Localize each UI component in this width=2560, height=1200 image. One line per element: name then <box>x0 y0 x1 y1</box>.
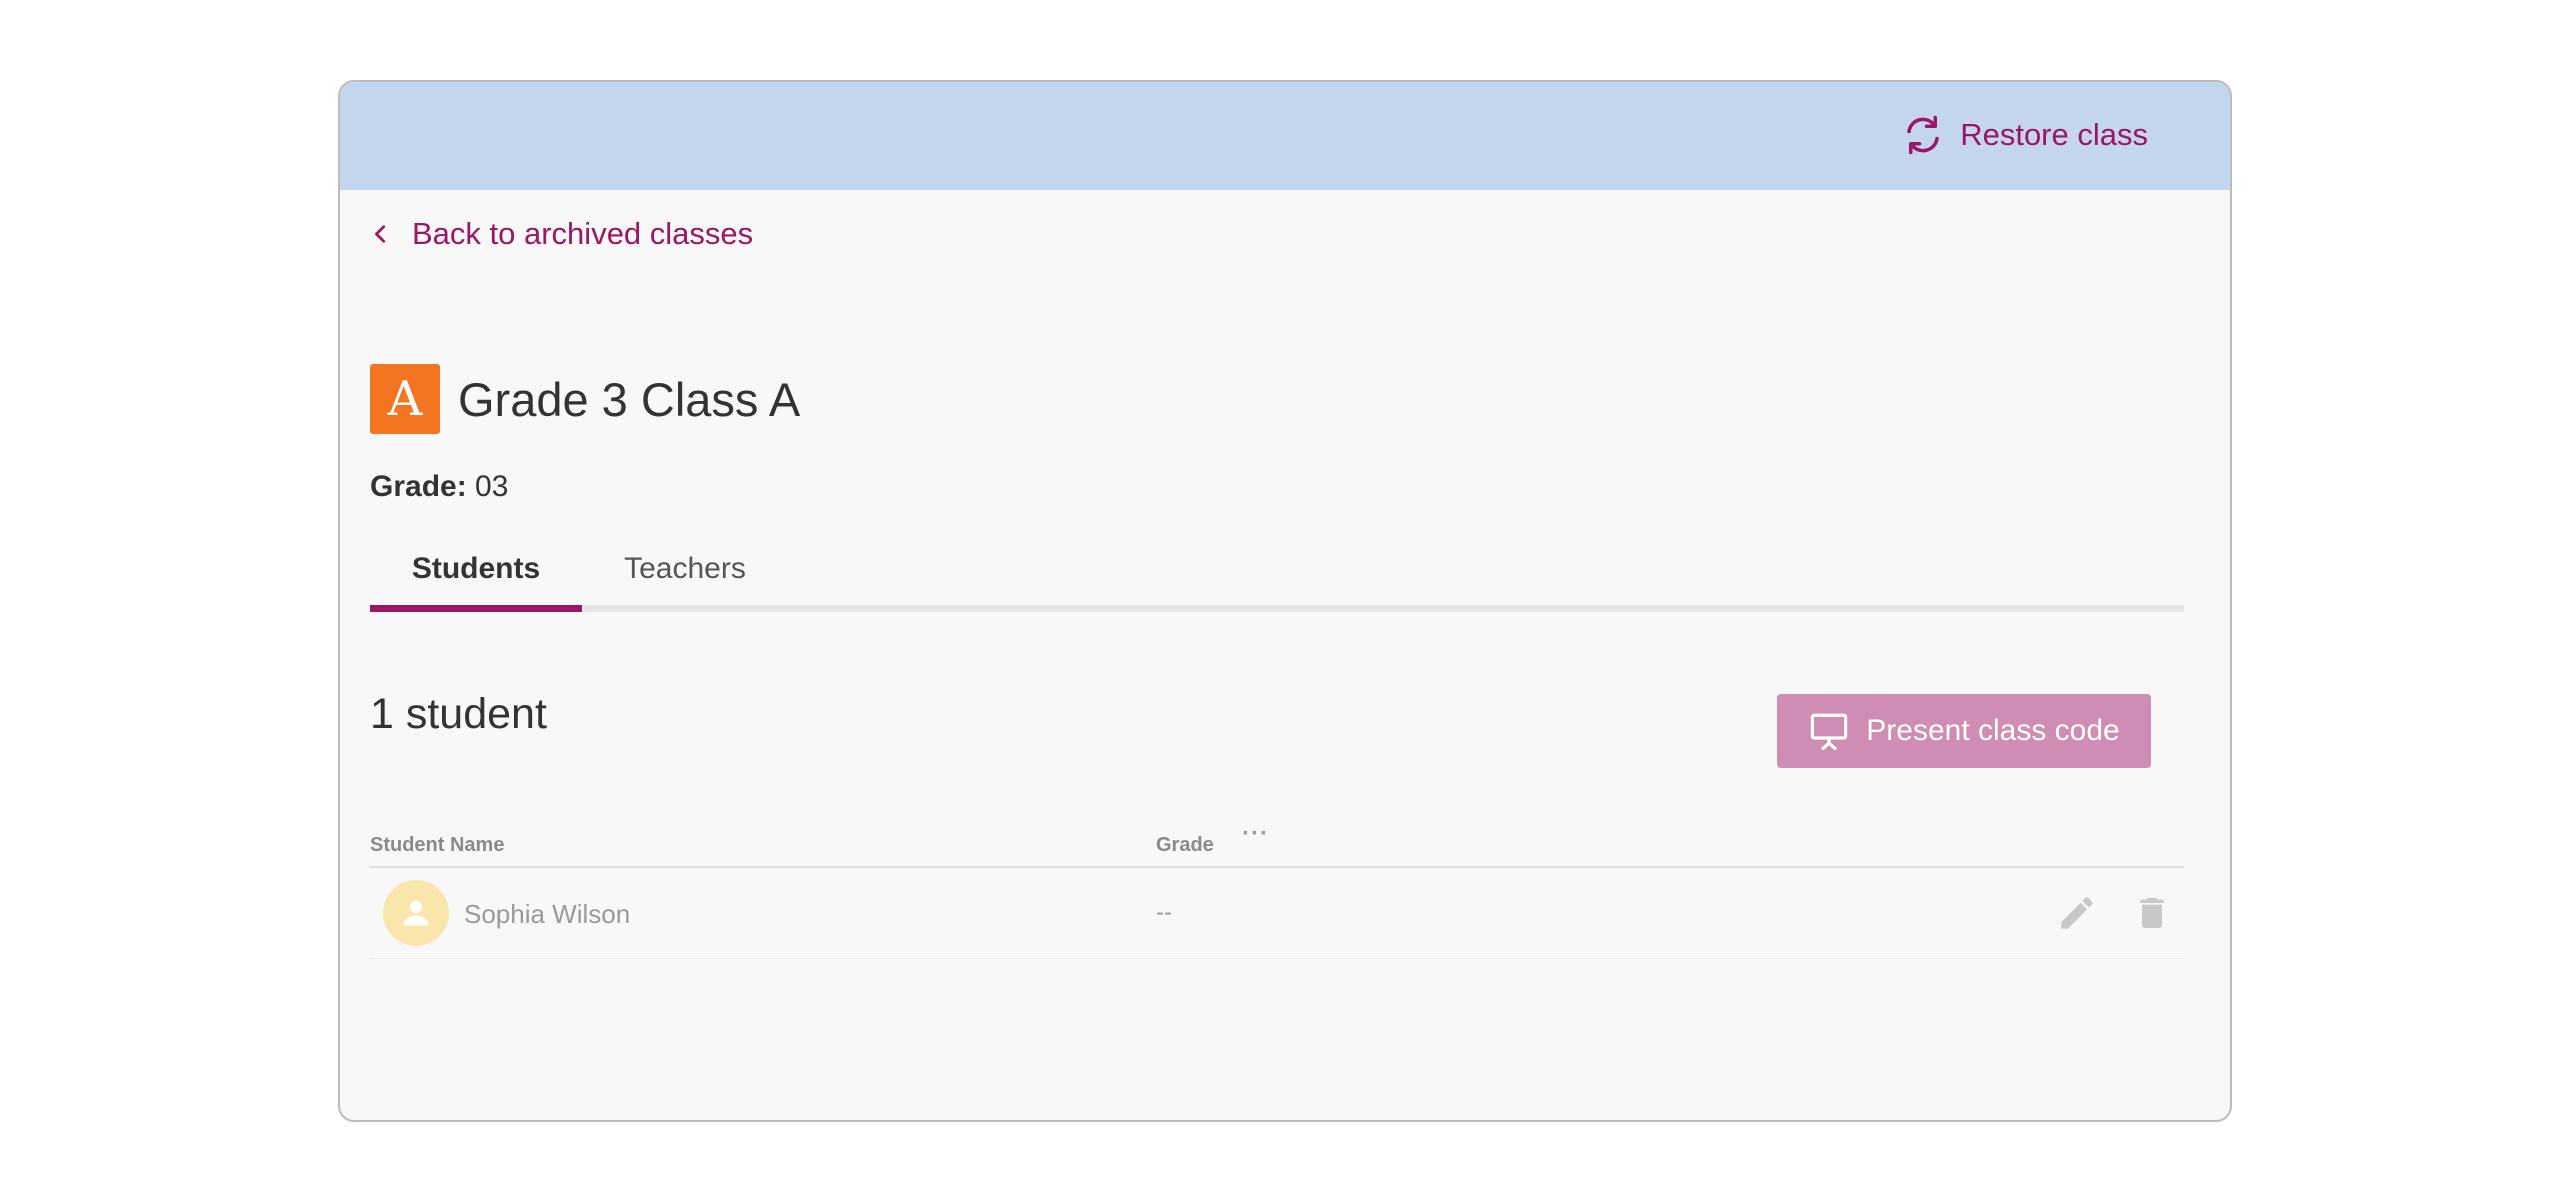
archived-banner: Restore class <box>340 82 2230 190</box>
class-tabs: Students Teachers <box>370 552 2184 612</box>
tab-teachers[interactable]: Teachers <box>582 552 788 605</box>
person-icon <box>403 900 429 926</box>
class-title: Grade 3 Class A <box>458 372 801 426</box>
student-avatar <box>383 880 449 946</box>
tab-track <box>370 605 2184 612</box>
column-grade: Grade <box>1156 834 1214 856</box>
student-count: 1 student <box>370 690 547 738</box>
sync-icon <box>1907 115 1939 155</box>
tab-students[interactable]: Students <box>370 552 582 612</box>
delete-icon[interactable] <box>2132 892 2172 934</box>
student-name: Sophia Wilson <box>464 899 631 929</box>
presentation-icon <box>1811 713 1848 751</box>
class-avatar: A <box>370 364 440 434</box>
student-grade: -- <box>1156 899 1172 926</box>
students-table: Student Name Grade ··· Sophia Wilson -- <box>370 820 2184 959</box>
back-link-label: Back to archived classes <box>412 216 754 251</box>
class-card: Restore class Back to archived classes A… <box>338 80 2232 1122</box>
column-student-name: Student Name <box>370 834 505 856</box>
chevron-left-icon <box>375 225 386 243</box>
table-header: Student Name Grade ··· <box>370 820 2184 868</box>
grade-label: Grade: <box>370 470 467 503</box>
more-options-icon[interactable]: ··· <box>1242 820 1269 848</box>
back-to-archived-link[interactable]: Back to archived classes <box>370 216 753 252</box>
restore-class-label: Restore class <box>1960 117 2148 152</box>
grade-value: 03 <box>475 470 509 503</box>
table-row[interactable]: Sophia Wilson -- <box>370 868 2184 959</box>
present-class-code-label: Present class code <box>1866 714 2120 747</box>
class-grade: Grade: 03 <box>370 470 508 504</box>
class-header: A Grade 3 Class A <box>370 364 800 434</box>
edit-icon[interactable] <box>2056 892 2098 934</box>
present-class-code-button[interactable]: Present class code <box>1777 694 2151 768</box>
restore-class-button[interactable]: Restore class <box>1902 110 2148 160</box>
